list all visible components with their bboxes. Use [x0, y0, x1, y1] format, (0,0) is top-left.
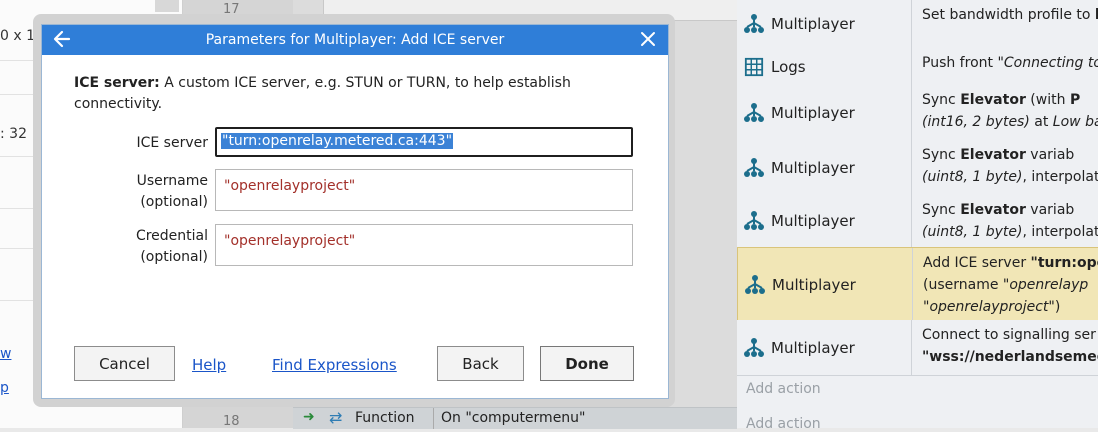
action-object-name: Logs [771, 57, 806, 76]
action-description[interactable]: Sync Elevator variab (uint8, 1 byte), int… [922, 199, 1098, 243]
action-row[interactable]: Multiplayer Set bandwidth profile to buff… [737, 0, 1098, 49]
action-object-name: Multiplayer [771, 158, 855, 177]
close-icon[interactable] [638, 29, 658, 49]
multiplayer-icon [743, 157, 765, 179]
action-row[interactable]: Multiplayer Sync Elevator (with P (int16, … [737, 85, 1098, 141]
add-action-link[interactable]: Add action [746, 416, 821, 432]
actions-area: Multiplayer Set bandwidth profile to buff… [737, 0, 1098, 432]
action-object-cell[interactable]: Multiplayer [737, 0, 912, 48]
action-object-name: Multiplayer [771, 103, 855, 122]
action-row[interactable]: Multiplayer Connect to signalling ser "wss… [737, 320, 1098, 376]
action-object-cell[interactable]: Multiplayer [737, 195, 912, 247]
action-object-cell[interactable]: Multiplayer [737, 85, 912, 140]
multiplayer-icon [744, 274, 766, 296]
action-row[interactable]: Multiplayer Add ICE server "turn:ope(user… [737, 247, 1098, 322]
divider [433, 408, 434, 429]
action-description[interactable]: Add ICE server "turn:ope(username "openr… [923, 252, 1098, 318]
action-object-name: Multiplayer [771, 15, 855, 33]
ice-server-input[interactable]: "turn:openrelay.metered.ca:443" [215, 127, 633, 157]
multiplayer-icon [743, 337, 765, 359]
left-panel-text-2: : 32 [0, 126, 27, 142]
action-row[interactable]: Multiplayer Sync Elevator variab (uint8, 1… [737, 140, 1098, 196]
action-row[interactable]: Logs Push front "Connecting to [737, 48, 1098, 86]
action-description[interactable]: Sync Elevator (with P (int16, 2 bytes) at… [922, 89, 1098, 133]
credential-input[interactable]: "openrelayproject" [215, 224, 633, 266]
parameter-description: ICE server: A custom ICE server, e.g. ST… [74, 73, 634, 115]
find-expressions-link[interactable]: Find Expressions [272, 356, 397, 374]
event-kind: Function [355, 410, 415, 426]
action-object-cell[interactable]: Multiplayer [738, 248, 913, 321]
multiplayer-icon [743, 102, 765, 124]
ice-server-value: "turn:openrelay.metered.ca:443" [221, 133, 454, 149]
event-condition: On "computermenu" [441, 410, 586, 426]
ice-server-label: ICE server [136, 135, 208, 151]
left-panel-text-1: 0 x 1 [0, 28, 35, 44]
left-panel-link-2[interactable]: p [0, 380, 9, 396]
action-description[interactable]: Push front "Connecting to [922, 52, 1098, 74]
username-value: "openrelayproject" [224, 178, 356, 194]
help-link[interactable]: Help [192, 356, 226, 374]
parameter-name: ICE server: [74, 75, 160, 91]
add-action-link[interactable]: Add action [746, 381, 821, 397]
action-row[interactable]: Multiplayer Sync Elevator variab (uint8, 1… [737, 195, 1098, 248]
parameters-dialog: Parameters for Multiplayer: Add ICE serv… [41, 24, 669, 399]
left-panel-link-1[interactable]: w [0, 346, 11, 362]
action-description[interactable]: Sync Elevator variab (uint8, 1 byte), int… [922, 144, 1098, 188]
multiplayer-icon [743, 13, 765, 35]
action-object-name: Multiplayer [771, 212, 855, 230]
back-button[interactable]: Back [437, 346, 524, 381]
username-label: Username (optional) [136, 173, 208, 210]
cancel-button[interactable]: Cancel [74, 346, 175, 381]
done-button[interactable]: Done [540, 346, 634, 381]
action-description[interactable]: Set bandwidth profile to buffer) [922, 4, 1098, 26]
username-input[interactable]: "openrelayproject" [215, 169, 633, 211]
credential-value: "openrelayproject" [224, 233, 356, 249]
action-object-cell[interactable]: Multiplayer [737, 140, 912, 195]
left-panel-scrollbar[interactable] [155, 0, 179, 12]
function-icon: ⇄ [329, 408, 343, 427]
multiplayer-icon [743, 210, 765, 232]
arrow-right-icon: ➜ [303, 409, 315, 425]
action-object-name: Multiplayer [772, 275, 856, 294]
action-description[interactable]: Connect to signalling ser "wss://nederlan… [922, 324, 1098, 368]
action-object-name: Multiplayer [771, 338, 855, 357]
function-event-row[interactable]: ➜ ⇄ Function On "computermenu" [293, 407, 737, 429]
action-object-cell[interactable]: Multiplayer [737, 320, 912, 375]
action-object-cell[interactable]: Logs [737, 48, 912, 85]
event-number: 18 [223, 414, 240, 429]
grid-icon [743, 56, 765, 78]
dialog-title: Parameters for Multiplayer: Add ICE serv… [205, 32, 505, 48]
dialog-titlebar: Parameters for Multiplayer: Add ICE serv… [42, 25, 668, 55]
credential-label: Credential (optional) [135, 228, 208, 265]
